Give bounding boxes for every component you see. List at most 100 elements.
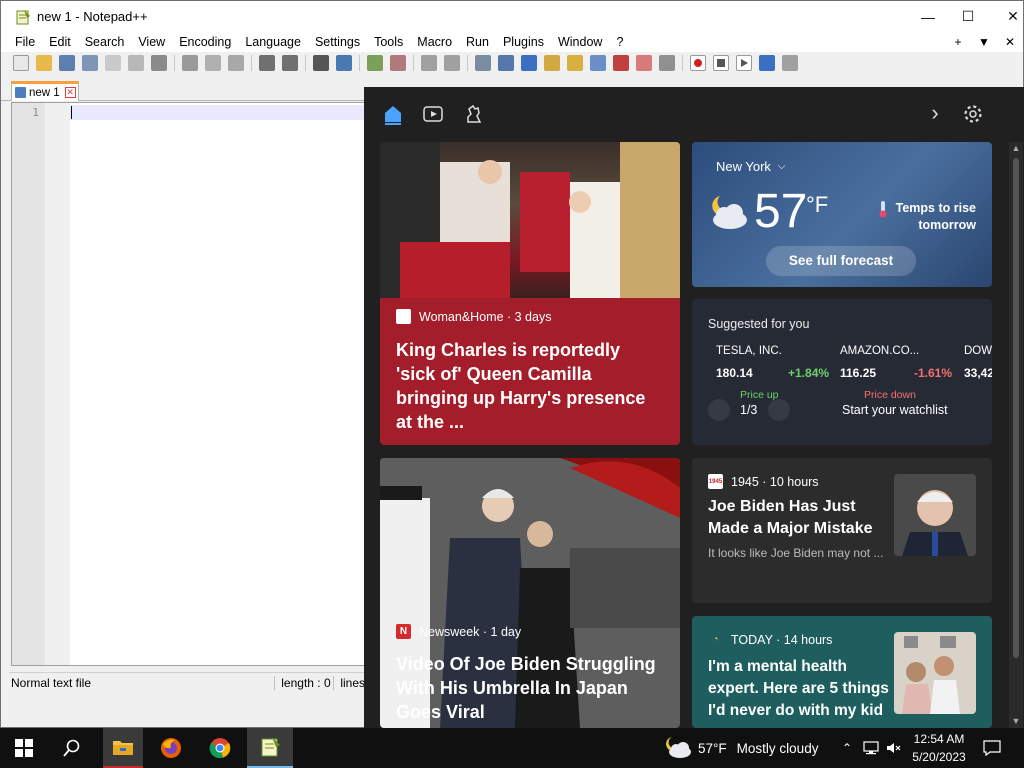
home-icon[interactable]: [382, 103, 404, 125]
close-doc-button[interactable]: ✕: [997, 32, 1023, 52]
weather-card[interactable]: New York ⌵ 57 °F Temps to rise tomorrow …: [692, 142, 992, 287]
menu-macro[interactable]: Macro: [410, 32, 459, 52]
search-button[interactable]: [48, 728, 96, 768]
maximize-button[interactable]: ☐: [945, 1, 991, 32]
scroll-down-icon[interactable]: ▼: [1009, 716, 1023, 726]
function-list-icon[interactable]: [613, 55, 629, 71]
menu-help[interactable]: ?: [609, 32, 630, 52]
redo-icon[interactable]: [282, 55, 298, 71]
print-icon[interactable]: [151, 55, 167, 71]
show-hidden-icons-chevron-up-icon[interactable]: ⌃: [838, 728, 856, 768]
menu-plugins[interactable]: Plugins: [496, 32, 551, 52]
menu-tools[interactable]: Tools: [367, 32, 410, 52]
menu-run[interactable]: Run: [459, 32, 496, 52]
new-tab-button[interactable]: +: [945, 32, 971, 52]
save-all-icon[interactable]: [82, 55, 98, 71]
close-all-icon[interactable]: [128, 55, 144, 71]
cut-icon[interactable]: [182, 55, 198, 71]
save-icon[interactable]: [59, 55, 75, 71]
news-snippet: It looks like Joe Biden may not ...: [708, 546, 884, 560]
monitoring-icon[interactable]: [659, 55, 675, 71]
show-all-chars-icon[interactable]: [498, 55, 514, 71]
user-lang-icon[interactable]: [544, 55, 560, 71]
news-headline[interactable]: Video Of Joe Biden Struggling With His U…: [396, 652, 676, 724]
sync-horizontal-icon[interactable]: [444, 55, 460, 71]
chess-icon[interactable]: [463, 103, 485, 125]
news-card-mental-health[interactable]: ◔ TODAY · 14 hours I'm a mental health e…: [692, 616, 992, 728]
tab-list-button[interactable]: ▼: [971, 32, 997, 52]
text-editor[interactable]: 1: [11, 102, 365, 666]
news-card-biden-umbrella[interactable]: N Newsweek · 1 day Video Of Joe Biden St…: [380, 458, 680, 728]
open-file-icon[interactable]: [36, 55, 52, 71]
news-headline[interactable]: King Charles is reportedly 'sick of' Que…: [396, 338, 664, 434]
stock-dow[interactable]: DOW 33,42: [964, 345, 992, 380]
replace-icon[interactable]: [336, 55, 352, 71]
scroll-up-icon[interactable]: ▲: [1009, 142, 1023, 154]
indent-guide-icon[interactable]: [521, 55, 537, 71]
tab-close-icon[interactable]: ✕: [64, 87, 76, 98]
widgets-scrollbar[interactable]: ▲ ▼: [1009, 142, 1023, 728]
weather-location[interactable]: New York ⌵: [716, 159, 786, 174]
see-forecast-button[interactable]: See full forecast: [766, 246, 916, 276]
gear-icon[interactable]: [962, 103, 984, 125]
run-macro-multiple-icon[interactable]: [759, 55, 775, 71]
news-headline[interactable]: I'm a mental health expert. Here are 5 t…: [708, 656, 898, 722]
menu-language[interactable]: Language: [238, 32, 308, 52]
prev-page-button[interactable]: [708, 399, 730, 421]
doc-map-icon[interactable]: [567, 55, 583, 71]
chrome-button[interactable]: [200, 728, 240, 768]
stop-macro-icon[interactable]: [713, 55, 729, 71]
newsweek-logo-icon: N: [396, 624, 411, 639]
status-bar: Normal text file length : 0 lines: [9, 672, 365, 692]
menu-file[interactable]: File: [1, 32, 42, 52]
clock[interactable]: 12:54 AM 5/20/2023: [904, 730, 974, 766]
next-page-button[interactable]: [768, 399, 790, 421]
scroll-thumb[interactable]: [1013, 158, 1019, 658]
tab-label: new 1: [29, 86, 60, 99]
notepadpp-taskbar-button[interactable]: [247, 728, 293, 768]
tab-new-1[interactable]: new 1 ✕: [11, 81, 79, 101]
sync-vertical-icon[interactable]: [421, 55, 437, 71]
menu-encoding[interactable]: Encoding: [172, 32, 238, 52]
zoom-out-icon[interactable]: [390, 55, 406, 71]
stock-tesla[interactable]: TESLA, INC. 180.14 +1.84% Price up: [716, 345, 836, 401]
word-wrap-icon[interactable]: [475, 55, 491, 71]
news-headline[interactable]: Joe Biden Has Just Made a Major Mistake: [708, 496, 898, 540]
paste-icon[interactable]: [228, 55, 244, 71]
stock-amazon[interactable]: AMAZON.CO... 116.25 -1.61% Price down: [840, 345, 960, 401]
menu-edit[interactable]: Edit: [42, 32, 78, 52]
firefox-button[interactable]: [151, 728, 191, 768]
menu-window[interactable]: Window: [551, 32, 609, 52]
new-file-icon[interactable]: [13, 55, 29, 71]
chrome-icon: [209, 738, 231, 759]
menu-view[interactable]: View: [131, 32, 172, 52]
doc-list-icon[interactable]: [590, 55, 606, 71]
folder-workspace-icon[interactable]: [636, 55, 652, 71]
location-label: New York: [716, 159, 771, 174]
menu-search[interactable]: Search: [78, 32, 132, 52]
network-icon[interactable]: [860, 728, 882, 768]
title-bar[interactable]: new 1 - Notepad++ — ☐ ✕: [1, 1, 1023, 32]
next-arrow-icon[interactable]: ›: [924, 102, 946, 125]
start-watchlist-link[interactable]: Start your watchlist: [842, 403, 948, 417]
undo-icon[interactable]: [259, 55, 275, 71]
volume-muted-icon[interactable]: [884, 728, 904, 768]
play-macro-icon[interactable]: [736, 55, 752, 71]
window-title: new 1 - Notepad++: [37, 9, 148, 24]
news-card-king-charles[interactable]: Woman&Home · 3 days King Charles is repo…: [380, 142, 680, 445]
close-file-icon[interactable]: [105, 55, 121, 71]
close-button[interactable]: ✕: [990, 1, 1024, 32]
weather-tray-button[interactable]: 57°F Mostly cloudy: [664, 728, 818, 768]
menu-settings[interactable]: Settings: [308, 32, 367, 52]
zoom-in-icon[interactable]: [367, 55, 383, 71]
start-button[interactable]: [0, 728, 48, 768]
video-icon[interactable]: [422, 103, 444, 125]
record-macro-icon[interactable]: [690, 55, 706, 71]
notification-center-icon[interactable]: [978, 728, 1006, 768]
save-macro-icon[interactable]: [782, 55, 798, 71]
file-explorer-button[interactable]: [103, 728, 143, 768]
find-icon[interactable]: [313, 55, 329, 71]
fold-margin[interactable]: [45, 103, 70, 665]
news-card-biden-mistake[interactable]: 1945 1945 · 10 hours Joe Biden Has Just …: [692, 458, 992, 603]
copy-icon[interactable]: [205, 55, 221, 71]
